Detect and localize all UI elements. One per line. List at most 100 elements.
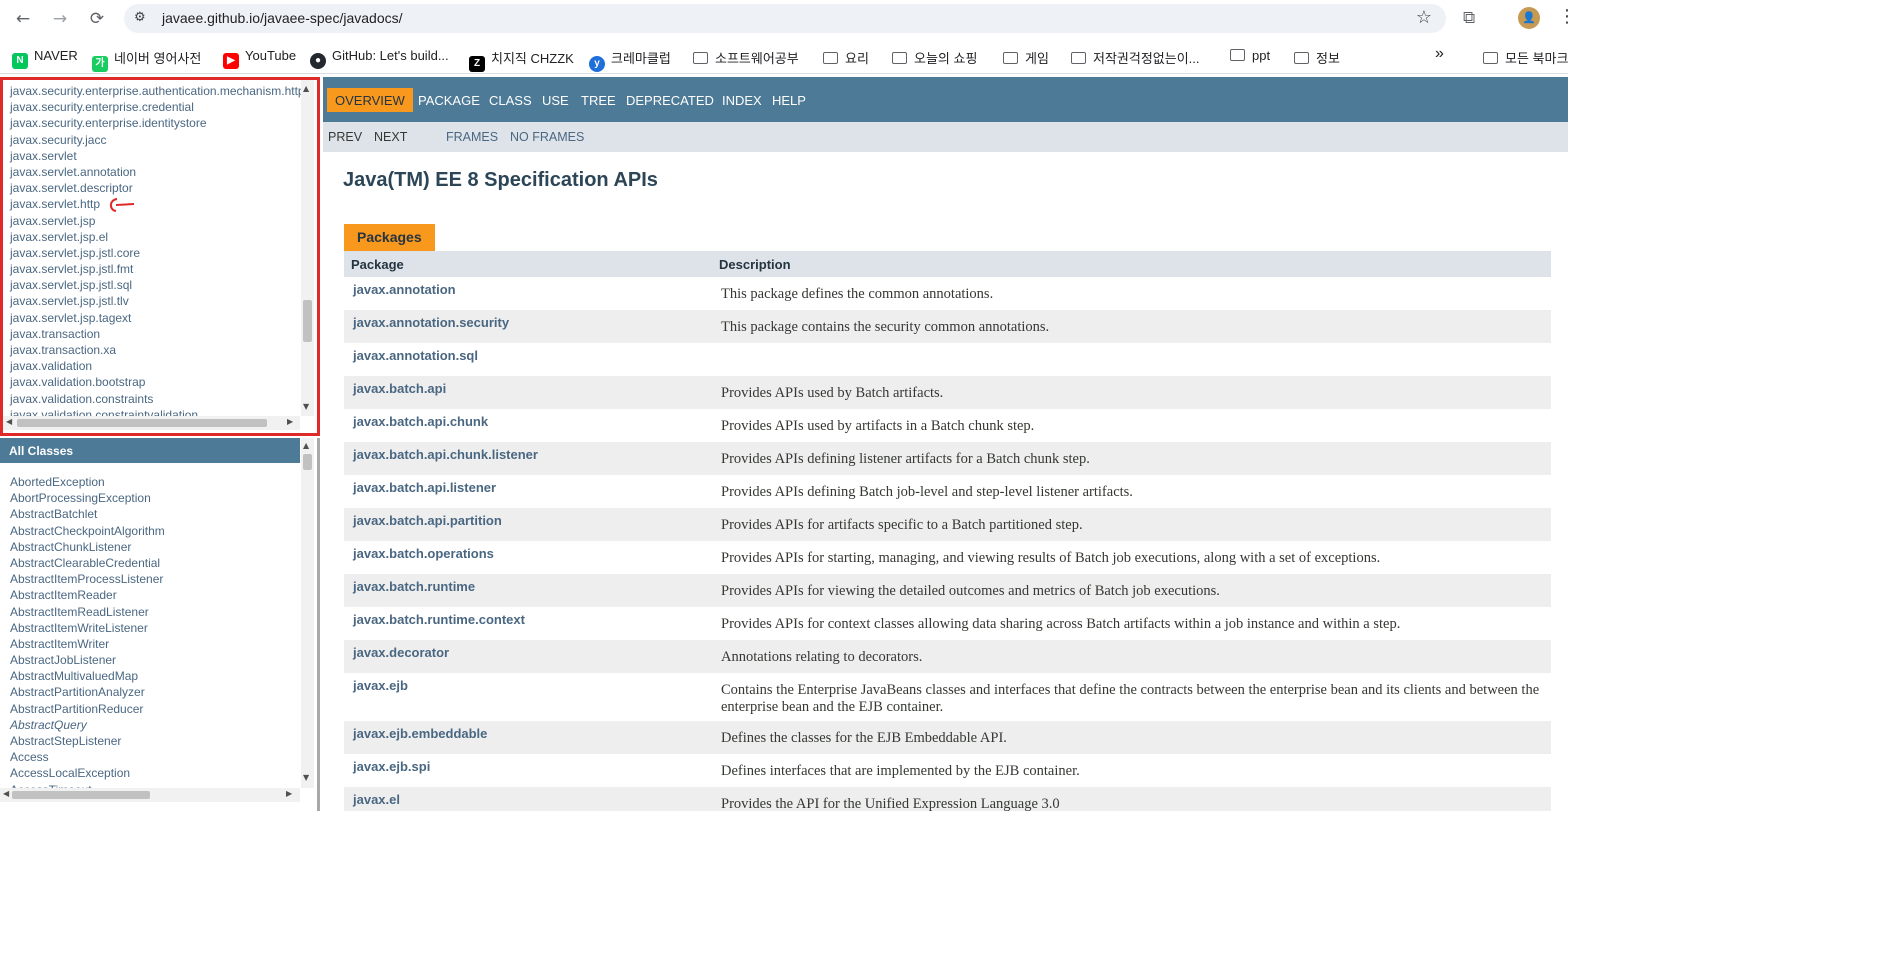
scroll-up-arrow-icon[interactable]: ▲ [303, 441, 309, 450]
package-name-link[interactable]: javax.batch.api.listener [344, 475, 712, 508]
package-link[interactable]: javax.servlet.http [10, 196, 300, 212]
bookmark-naver-dictionary[interactable]: 가 네이버 영어사전 [92, 48, 201, 72]
bookmark-folder-info[interactable]: 정보 [1294, 48, 1340, 67]
package-link[interactable]: javax.servlet.jsp.jstl.tlv [10, 293, 300, 309]
package-link[interactable]: javax.validation.bootstrap [10, 374, 300, 390]
nav-use[interactable]: USE [542, 93, 569, 108]
nav-overview[interactable]: OVERVIEW [327, 88, 413, 112]
package-link[interactable]: javax.servlet.annotation [10, 164, 300, 180]
scrollbar-thumb[interactable] [12, 791, 150, 799]
class-link[interactable]: AbstractMultivaluedMap [10, 668, 300, 684]
forward-button[interactable]: → [49, 8, 71, 30]
nav-help[interactable]: HELP [772, 93, 806, 108]
bookmark-folder-cooking[interactable]: 요리 [823, 48, 869, 67]
class-link[interactable]: AbstractChunkListener [10, 539, 300, 555]
scroll-right-arrow-icon[interactable]: ▶ [286, 789, 292, 798]
scrollbar-thumb[interactable] [303, 454, 312, 470]
class-link[interactable]: AbstractJobListener [10, 652, 300, 668]
bookmark-folder-all[interactable]: 모든 북마크 [1483, 48, 1568, 67]
class-link[interactable]: AbstractCheckpointAlgorithm [10, 523, 300, 539]
url-text[interactable]: javaee.github.io/javaee-spec/javadocs/ [162, 10, 403, 26]
class-link[interactable]: AbstractItemReader [10, 587, 300, 603]
frames-link[interactable]: FRAMES [446, 130, 498, 144]
package-name-link[interactable]: javax.ejb.spi [344, 754, 712, 787]
package-list-vertical-scrollbar[interactable]: ▲ ▼ [301, 80, 314, 416]
package-link[interactable]: javax.transaction.xa [10, 342, 300, 358]
package-name-link[interactable]: javax.el [344, 787, 712, 811]
bookmark-chzzk[interactable]: Z 치지직 CHZZK [469, 48, 574, 72]
bookmark-folder-copyright-free[interactable]: 저작권걱정없는이... [1071, 48, 1200, 67]
package-name-link[interactable]: javax.batch.runtime.context [344, 607, 712, 640]
back-button[interactable]: ← [12, 8, 34, 30]
package-list-horizontal-scrollbar[interactable]: ◀ ▶ [3, 416, 300, 430]
class-link[interactable]: AbstractPartitionAnalyzer [10, 684, 300, 700]
package-link[interactable]: javax.servlet.jsp.el [10, 229, 300, 245]
class-link[interactable]: AbstractStepListener [10, 733, 300, 749]
bookmark-folder-ppt[interactable]: ppt [1230, 48, 1270, 63]
package-name-link[interactable]: javax.annotation [344, 277, 712, 310]
package-link[interactable]: javax.security.enterprise.credential [10, 99, 300, 115]
package-link[interactable]: javax.security.enterprise.identitystore [10, 115, 300, 131]
package-name-link[interactable]: javax.batch.api.chunk [344, 409, 712, 442]
package-name-link[interactable]: javax.ejb.embeddable [344, 721, 712, 754]
package-name-link[interactable]: javax.batch.api.partition [344, 508, 712, 541]
scroll-down-arrow-icon[interactable]: ▼ [303, 402, 309, 411]
package-link[interactable]: javax.servlet.descriptor [10, 180, 300, 196]
package-link[interactable]: javax.validation.constraints [10, 391, 300, 407]
scroll-right-arrow-icon[interactable]: ▶ [287, 417, 293, 426]
scrollbar-thumb[interactable] [17, 419, 267, 427]
class-link[interactable]: AbstractItemReadListener [10, 604, 300, 620]
package-name-link[interactable]: javax.annotation.sql [344, 343, 712, 376]
class-link[interactable]: AbortedException [10, 474, 300, 490]
package-name-link[interactable]: javax.batch.api.chunk.listener [344, 442, 712, 475]
package-name-link[interactable]: javax.batch.runtime [344, 574, 712, 607]
nav-class[interactable]: CLASS [489, 93, 532, 108]
package-link[interactable]: javax.security.jacc [10, 132, 300, 148]
extensions-icon[interactable]: ⧉ [1463, 8, 1475, 28]
class-link[interactable]: AccessLocalException [10, 765, 300, 781]
site-info-icon[interactable]: ⚙ [134, 10, 146, 25]
class-link[interactable]: AbstractItemWriteListener [10, 620, 300, 636]
class-link[interactable]: AbstractItemWriter [10, 636, 300, 652]
package-name-link[interactable]: javax.annotation.security [344, 310, 712, 343]
package-link[interactable]: javax.servlet.jsp.jstl.core [10, 245, 300, 261]
bookmark-folder-games[interactable]: 게임 [1003, 48, 1049, 67]
bookmark-youtube[interactable]: ▶ YouTube [223, 48, 296, 69]
bookmark-folder-software[interactable]: 소프트웨어공부 [693, 48, 799, 67]
package-link[interactable]: javax.servlet.jsp [10, 213, 300, 229]
package-link[interactable]: javax.transaction [10, 326, 300, 342]
browser-menu-icon[interactable]: ⋮ [1558, 6, 1576, 27]
nav-package[interactable]: PACKAGE [418, 93, 480, 108]
package-link[interactable]: javax.servlet.jsp.jstl.fmt [10, 261, 300, 277]
class-link[interactable]: AbstractPartitionReducer [10, 701, 300, 717]
bookmark-star-icon[interactable]: ☆ [1416, 7, 1432, 28]
nav-deprecated[interactable]: DEPRECATED [626, 93, 714, 108]
class-link[interactable]: AbstractItemProcessListener [10, 571, 300, 587]
package-link[interactable]: javax.security.enterprise.authentication… [10, 83, 305, 99]
prev-link[interactable]: PREV [328, 130, 362, 144]
class-link[interactable]: Access [10, 749, 300, 765]
address-bar[interactable]: ⚙ javaee.github.io/javaee-spec/javadocs/… [124, 4, 1446, 33]
no-frames-link[interactable]: NO FRAMES [510, 130, 584, 144]
package-link[interactable]: javax.servlet.jsp.jstl.sql [10, 277, 300, 293]
package-name-link[interactable]: javax.batch.api [344, 376, 712, 409]
bookmark-github[interactable]: ● GitHub: Let's build... [310, 48, 449, 69]
bookmark-folder-shopping[interactable]: 오늘의 쇼핑 [892, 48, 977, 67]
class-link[interactable]: AbstractClearableCredential [10, 555, 300, 571]
scroll-left-arrow-icon[interactable]: ◀ [3, 789, 9, 798]
package-link[interactable]: javax.servlet.jsp.tagext [10, 310, 300, 326]
classes-horizontal-scrollbar[interactable]: ◀ ▶ [0, 788, 300, 802]
package-name-link[interactable]: javax.ejb [344, 673, 712, 721]
scroll-left-arrow-icon[interactable]: ◀ [6, 417, 12, 426]
package-link[interactable]: javax.servlet [10, 148, 300, 164]
scroll-down-arrow-icon[interactable]: ▼ [303, 773, 309, 782]
next-link[interactable]: NEXT [374, 130, 407, 144]
nav-tree[interactable]: TREE [581, 93, 616, 108]
class-link[interactable]: AbortProcessingException [10, 490, 300, 506]
package-name-link[interactable]: javax.decorator [344, 640, 712, 673]
bookmark-crema[interactable]: y 크레마클럽 [589, 48, 671, 72]
nav-index[interactable]: INDEX [722, 93, 762, 108]
classes-vertical-scrollbar[interactable]: ▲ ▼ [301, 438, 314, 788]
bookmark-naver[interactable]: N NAVER [12, 48, 78, 69]
scrollbar-thumb[interactable] [303, 300, 312, 342]
